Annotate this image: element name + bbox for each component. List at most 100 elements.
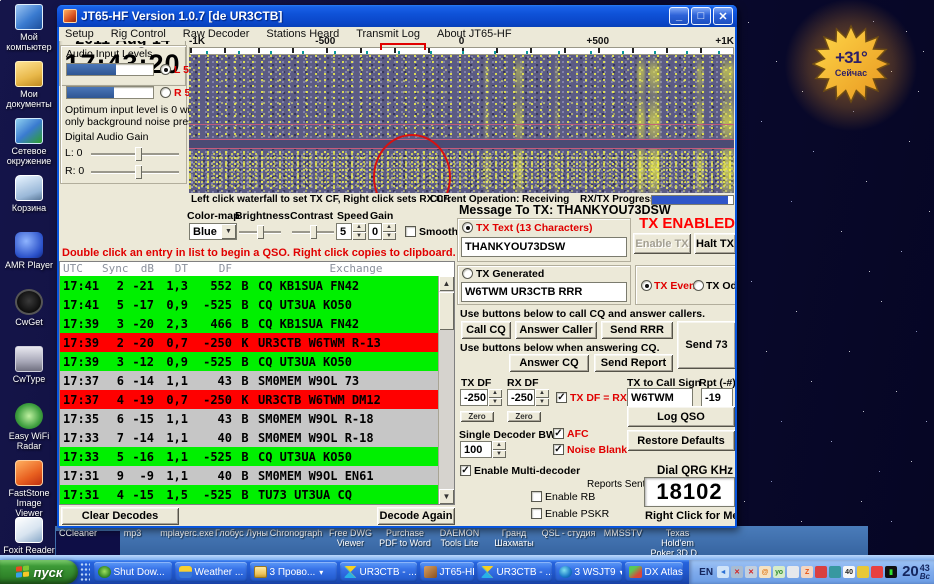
desktop-icon-amr-player[interactable]: AMR Player (2, 232, 56, 288)
chevron-down-icon[interactable]: ▼ (221, 224, 236, 239)
log-qso-button[interactable]: Log QSO (627, 406, 735, 427)
minimize-icon[interactable]: _ (669, 7, 689, 25)
menu-rig-control[interactable]: Rig Control (111, 28, 166, 40)
multi-decoder-checkbox[interactable]: ✓ (460, 465, 471, 476)
desktop-icon-network-places[interactable]: Сетевое окружение (2, 118, 56, 174)
desktop-icon-label[interactable]: MMSSTV (595, 528, 651, 538)
counter-40-icon[interactable]: 40 (843, 566, 855, 578)
desktop-icon-label[interactable]: Texas Hold'em Poker 3D D... (650, 528, 706, 558)
notes-icon[interactable] (787, 566, 799, 578)
close-icon[interactable]: ✕ (713, 7, 733, 25)
signal-meter-icon[interactable]: ▮ (885, 566, 897, 578)
zero-tx-df-button[interactable]: Zero (460, 411, 494, 422)
decode-row[interactable]: 17:376-141,143BSM0MEM W9OL 73 (60, 371, 438, 390)
desktop-icon-faststone[interactable]: FastStone Image Viewer (2, 460, 56, 516)
tray-clock[interactable]: 20 43Вс (902, 564, 930, 581)
flag-icon[interactable] (871, 566, 883, 578)
enable-pskr-checkbox[interactable] (531, 508, 542, 519)
call-cq-button[interactable]: Call CQ (461, 321, 511, 339)
tx-generated-input[interactable]: W6TWM UR3CTB RRR (461, 282, 627, 302)
taskbar-button-map[interactable]: DX Atlas (625, 562, 683, 582)
desktop-icon-cwget[interactable]: CwGet (2, 289, 56, 345)
blocks-icon[interactable] (815, 566, 827, 578)
gain-right-slider[interactable] (91, 171, 179, 173)
decode-row[interactable]: 17:393-202,3466BCQ KB1SUA FN42 (60, 314, 438, 333)
mail-at-icon[interactable]: @ (759, 566, 771, 578)
network-error-icon[interactable]: ✕ (745, 566, 757, 578)
zero-rx-df-button[interactable]: Zero (507, 411, 541, 422)
weather-gadget[interactable]: +31° Сейчас (812, 24, 890, 106)
desktop-icon-my-documents[interactable]: Мои документы (2, 61, 56, 117)
audio-right-radio[interactable] (160, 87, 171, 98)
taskbar-button-weather[interactable]: Weather ... (175, 562, 247, 582)
desktop-icon-label[interactable]: QSL - студия (541, 528, 597, 538)
audio-left-radio[interactable] (160, 64, 171, 75)
network-offline-icon[interactable]: ✕ (731, 566, 743, 578)
media-icon[interactable] (829, 566, 841, 578)
decode-row[interactable]: 17:335-161,1-525BCQ UT3UA KO50 (60, 447, 438, 466)
contrast-slider[interactable] (292, 231, 334, 233)
df-link-checkbox[interactable]: ✓ (556, 392, 567, 403)
colormap-select[interactable]: Blue ▼ (189, 223, 237, 240)
desktop-icon-label[interactable]: CCleaner (50, 528, 106, 538)
decode-row[interactable]: 17:337-141,140BSM0MEM W9OL R-18 (60, 428, 438, 447)
desktop-icon-label[interactable]: Глобус Луны (214, 528, 270, 538)
taskbar-button-folder[interactable]: 3 Прово...▾ (250, 562, 337, 582)
taskbar-button-butterfly[interactable]: UR3CTB - ... (477, 562, 552, 582)
lang-tool-icon[interactable]: уо (773, 566, 785, 578)
menu-setup[interactable]: Setup (65, 28, 94, 40)
rpt-input[interactable]: -19 (701, 388, 733, 407)
to-call-input[interactable]: W6TWM (627, 388, 693, 407)
titlebar[interactable]: JT65-HF Version 1.0.7 [de UR3CTB] _□✕ (57, 5, 737, 27)
restore-defaults-button[interactable]: Restore Defaults (627, 430, 735, 451)
language-indicator[interactable]: EN (697, 566, 715, 579)
desktop-icon-label[interactable]: Free DWG Viewer (323, 528, 379, 548)
clear-decodes-button[interactable]: Clear Decodes (61, 507, 179, 525)
tx-even-radio[interactable] (641, 280, 652, 291)
afc-checkbox[interactable]: ✓ (553, 428, 564, 439)
decode-row[interactable]: 17:314-151,5-525BTU73 UT3UA CQ (60, 485, 438, 504)
desktop-icon-label[interactable]: Chronograph (268, 528, 324, 538)
tx-text-input[interactable]: THANKYOU73DSW (461, 237, 627, 257)
desktop-icon-label[interactable]: mp3 (105, 528, 161, 538)
tx-generated-radio[interactable] (462, 268, 473, 279)
dial-frequency-display[interactable]: 18102 (644, 477, 735, 507)
decode-row[interactable]: 17:319-91,140BSM0MEM W9OL EN61 (60, 466, 438, 485)
send-report-button[interactable]: Send Report (594, 354, 673, 372)
tx-odd-radio[interactable] (693, 280, 704, 291)
scroll-up-icon[interactable]: ▲ (439, 276, 454, 291)
noise-blank-checkbox[interactable]: ✓ (553, 444, 564, 455)
enable-tx-button[interactable]: Enable TX (633, 233, 691, 254)
decode-row[interactable]: 17:415-170,9-525BCQ UT3UA KO50 (60, 295, 438, 314)
tx-df-spinner[interactable]: -250 ▲▼ (460, 389, 502, 406)
decode-list[interactable]: UTCSyncdBDTDFExchange 17:412-211,3552BCQ… (59, 261, 455, 505)
decode-list-scrollbar[interactable]: ▲ ▼ (438, 276, 454, 504)
desktop-icon-label[interactable]: DAEMON Tools Lite (432, 528, 488, 548)
chevron-down-icon[interactable]: ▾ (319, 568, 323, 577)
desktop-icon-my-computer[interactable]: Мой компьютер (2, 4, 56, 60)
scrollbar-thumb[interactable] (439, 292, 454, 330)
decode-row[interactable]: 17:374-190,7-250KUR3CTB W6TWM DM12 (60, 390, 438, 409)
answer-caller-button[interactable]: Answer Caller (515, 321, 597, 339)
brightness-slider[interactable] (239, 231, 281, 233)
chart-icon[interactable] (857, 566, 869, 578)
taskbar-button-butterfly[interactable]: UR3CTB - ... (340, 562, 417, 582)
desktop-icon-label[interactable]: mplayerc.exe (159, 528, 215, 538)
desktop-icon-easy-wifi-radar[interactable]: Easy WiFi Radar (2, 403, 56, 459)
send-73-button[interactable]: Send 73 (677, 321, 735, 369)
decode-row[interactable]: 17:393-120,9-525BCQ UT3UA KO50 (60, 352, 438, 371)
enable-rb-checkbox[interactable] (531, 491, 542, 502)
halt-tx-button[interactable]: Halt TX (694, 233, 735, 254)
decode-row[interactable]: 17:412-211,3552BCQ KB1SUA FN42 (60, 276, 438, 295)
taskbar-button-radio[interactable]: JT65-HF (420, 562, 474, 582)
smooth-checkbox[interactable] (405, 226, 416, 237)
chevron-down-icon[interactable]: ▾ (620, 568, 622, 577)
answer-cq-button[interactable]: Answer CQ (509, 354, 589, 372)
waterfall-display[interactable] (189, 55, 734, 193)
gain-left-slider[interactable] (91, 153, 179, 155)
decoder-bw-spinner[interactable]: 100 ▲▼ (460, 441, 506, 458)
wf-gain-spinner[interactable]: 0 ▲▼ (368, 223, 396, 240)
tx-text-radio[interactable] (462, 222, 473, 233)
zonealarm-icon[interactable]: Z (801, 566, 813, 578)
desktop-icon-cwtype[interactable]: CwType (2, 346, 56, 402)
